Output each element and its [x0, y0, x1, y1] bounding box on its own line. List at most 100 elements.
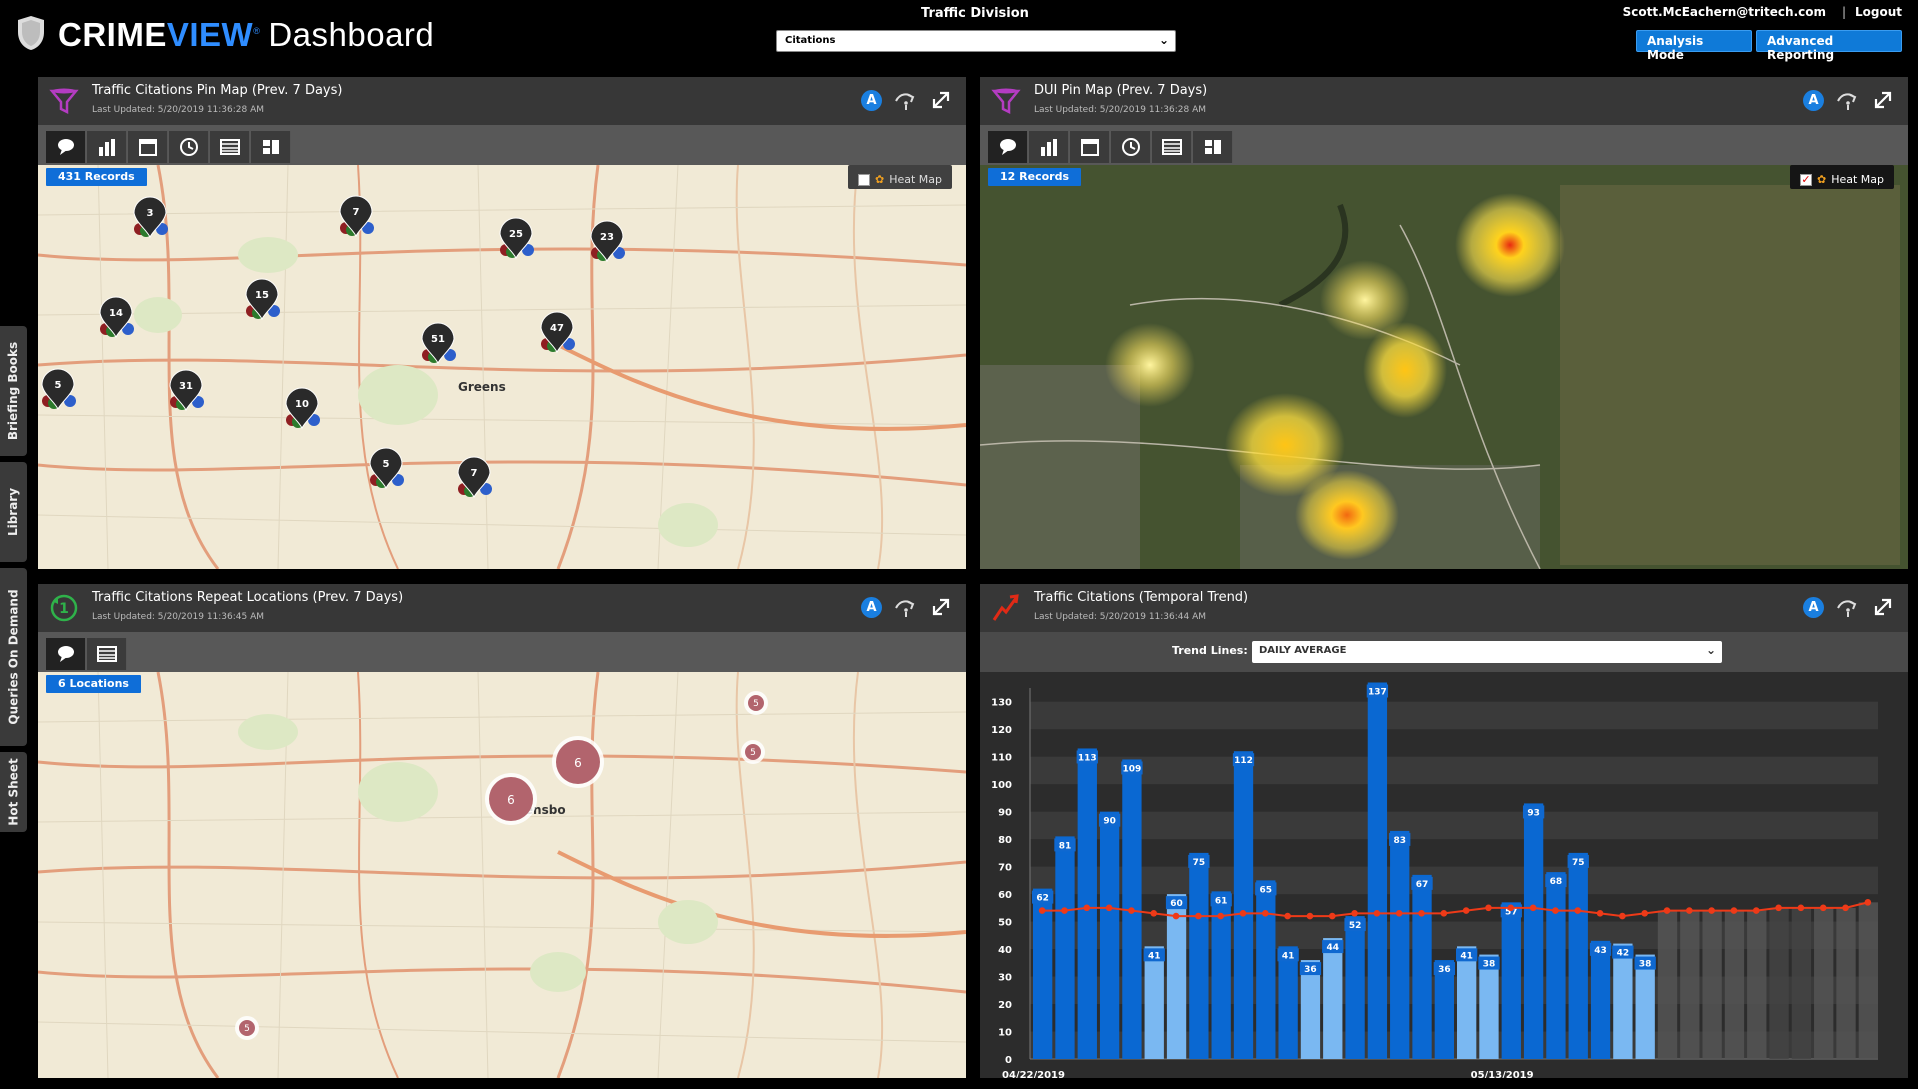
bar[interactable] [1345, 916, 1365, 1059]
bar-chart-button[interactable] [1029, 131, 1069, 163]
average-point[interactable] [1730, 907, 1738, 914]
analysis-mode-button[interactable]: Analysis Mode [1636, 30, 1752, 62]
bar[interactable] [1367, 682, 1388, 1059]
average-point[interactable] [1529, 904, 1537, 912]
repeat-map[interactable]: Greensbo 66555 6 Locations [38, 672, 966, 1078]
clock-button[interactable] [169, 131, 209, 163]
user-email[interactable]: Scott.McEachern@tritech.com [1623, 5, 1826, 19]
bar[interactable] [1055, 836, 1075, 1059]
average-point[interactable] [1195, 912, 1202, 920]
average-point[interactable] [1819, 904, 1827, 912]
average-point[interactable] [1686, 907, 1693, 914]
calendar-button[interactable] [1070, 131, 1110, 163]
average-point[interactable] [1752, 907, 1760, 914]
share-icon[interactable] [1836, 89, 1860, 111]
pin-cluster[interactable]: 7 [339, 195, 374, 238]
bar[interactable] [1256, 880, 1276, 1059]
pin-cluster[interactable]: 3 [133, 196, 168, 239]
clock-button[interactable] [1111, 131, 1151, 163]
heat-map-checkbox[interactable]: ✓ [1799, 173, 1812, 186]
average-point[interactable] [1418, 910, 1425, 917]
bar[interactable] [1390, 830, 1410, 1059]
pin-cluster[interactable]: 10 [285, 387, 320, 430]
bar[interactable] [1323, 938, 1343, 1059]
sidebar-tab-library[interactable]: Library [0, 462, 27, 562]
bar[interactable] [1144, 946, 1164, 1059]
average-point[interactable] [1775, 904, 1782, 912]
share-icon[interactable] [894, 89, 918, 111]
grid-view-button[interactable] [251, 131, 291, 163]
average-point[interactable] [1239, 910, 1247, 917]
pin-view-button[interactable] [46, 131, 86, 163]
repeat-location-marker[interactable]: 5 [235, 1016, 259, 1040]
bar[interactable] [1523, 803, 1544, 1059]
auto-refresh-icon[interactable]: A [861, 596, 882, 618]
average-point[interactable] [1061, 907, 1068, 914]
grid-view-button[interactable] [1193, 131, 1233, 163]
bar[interactable] [1278, 946, 1298, 1059]
average-point[interactable] [1306, 912, 1314, 920]
share-icon[interactable] [894, 596, 918, 618]
pin-cluster[interactable]: 14 [99, 296, 134, 339]
pin-cluster[interactable]: 23 [590, 220, 625, 263]
expand-icon[interactable] [1872, 89, 1896, 111]
average-point[interactable] [1395, 910, 1403, 917]
pin-map[interactable]: Greens 3 7 25 23 15 14 51 47 5 31 10 5 7 431 Records… [38, 165, 966, 569]
heat-map-toggle[interactable]: ✿ Heat Map [847, 165, 952, 189]
advanced-reporting-button[interactable]: Advanced Reporting [1756, 30, 1902, 62]
table-button[interactable] [1152, 131, 1192, 163]
average-point[interactable] [1262, 910, 1269, 917]
pin-view-button[interactable] [988, 131, 1028, 163]
bar[interactable] [1412, 874, 1432, 1059]
calendar-button[interactable] [128, 131, 168, 163]
auto-refresh-icon[interactable]: A [1803, 596, 1824, 618]
average-point[interactable] [1351, 910, 1358, 917]
heat-map-checkbox[interactable] [857, 173, 870, 186]
bar[interactable] [1189, 852, 1209, 1059]
average-point[interactable] [1440, 910, 1448, 917]
average-point[interactable] [1574, 907, 1582, 914]
bar[interactable] [1501, 902, 1521, 1059]
auto-refresh-icon[interactable]: A [861, 89, 882, 111]
pin-cluster[interactable]: 15 [245, 278, 280, 321]
dui-satellite-map[interactable]: 12 Records ✓ ✿ Heat Map [980, 165, 1908, 569]
average-point[interactable] [1217, 912, 1224, 920]
bar[interactable] [1635, 954, 1655, 1059]
average-point[interactable] [1485, 904, 1492, 912]
street-map[interactable]: Greens 3 7 25 23 15 14 51 47 5 31 10 5 7 [38, 165, 966, 569]
bar[interactable] [1479, 954, 1499, 1059]
average-point[interactable] [1172, 912, 1180, 920]
table-button[interactable] [210, 131, 250, 163]
repeat-location-marker[interactable]: 6 [485, 773, 537, 825]
repeat-location-marker[interactable]: 5 [741, 740, 765, 764]
heat-map-toggle[interactable]: ✓ ✿ Heat Map [1789, 165, 1894, 189]
expand-icon[interactable] [930, 596, 954, 618]
auto-refresh-icon[interactable]: A [1803, 89, 1824, 111]
street-map[interactable]: Greensbo 66555 [38, 672, 966, 1078]
average-point[interactable] [1641, 910, 1648, 917]
average-point[interactable] [1797, 904, 1805, 912]
average-point[interactable] [1105, 904, 1113, 912]
average-point[interactable] [1842, 904, 1849, 912]
sidebar-tab-queries-on-demand[interactable]: Queries On Demand [0, 568, 27, 746]
bar[interactable] [1077, 748, 1097, 1059]
bar[interactable] [1546, 872, 1566, 1059]
average-point[interactable] [1150, 910, 1158, 917]
expand-icon[interactable] [1872, 596, 1896, 618]
bar[interactable] [1033, 888, 1053, 1059]
pin-cluster[interactable]: 31 [169, 369, 204, 412]
average-point[interactable] [1596, 910, 1604, 917]
average-point[interactable] [1284, 912, 1291, 920]
bar[interactable] [1233, 751, 1254, 1059]
repeat-location-marker[interactable]: 5 [744, 691, 768, 715]
average-point[interactable] [1038, 907, 1046, 914]
bar[interactable] [1613, 943, 1633, 1059]
average-point[interactable] [1373, 910, 1381, 917]
satellite-map[interactable] [980, 165, 1908, 569]
average-point[interactable] [1708, 907, 1715, 914]
average-point[interactable] [1663, 907, 1671, 914]
division-select[interactable]: Citations ⌄ [776, 30, 1176, 52]
average-point[interactable] [1507, 904, 1515, 912]
pin-view-button[interactable] [46, 638, 86, 670]
expand-icon[interactable] [930, 89, 954, 111]
